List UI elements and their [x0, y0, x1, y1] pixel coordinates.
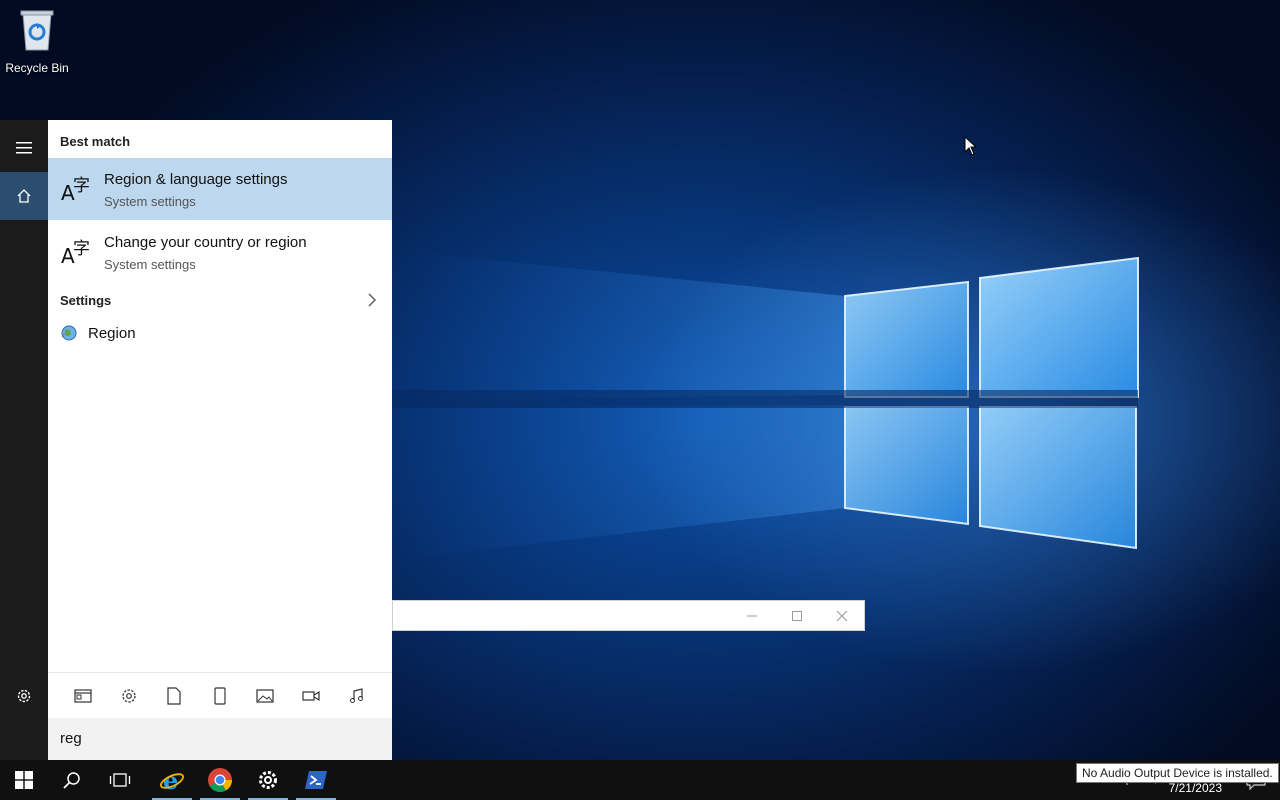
- close-icon: [836, 610, 848, 621]
- internet-explorer-button[interactable]: e: [148, 760, 196, 800]
- maximize-button[interactable]: [774, 601, 820, 630]
- apps-filter-icon: [74, 689, 92, 703]
- documents-filter-button[interactable]: [163, 685, 185, 707]
- language-icon: A 字: [61, 176, 90, 204]
- result-subtitle: System settings: [104, 257, 196, 272]
- mouse-cursor-icon: [964, 136, 978, 156]
- recycle-bin-icon: [20, 10, 54, 51]
- search-icon: [63, 772, 80, 789]
- photos-filter-button[interactable]: [254, 685, 276, 707]
- task-view-button[interactable]: [96, 760, 144, 800]
- settings-item-region[interactable]: Region: [48, 320, 392, 348]
- music-filter-icon: [350, 688, 363, 703]
- settings-filter-icon: [122, 689, 136, 703]
- internet-explorer-icon: e: [160, 767, 184, 793]
- minimize-icon: [747, 615, 757, 616]
- close-button[interactable]: [819, 601, 865, 630]
- settings-rail-button[interactable]: [0, 672, 48, 720]
- chrome-button[interactable]: [196, 760, 244, 800]
- apps-filter-button[interactable]: [72, 685, 94, 707]
- tablet-filter-icon: [214, 687, 226, 705]
- tablet-filter-button[interactable]: [209, 685, 231, 707]
- recycle-bin-label: Recycle Bin: [5, 61, 69, 75]
- home-button[interactable]: [0, 172, 48, 220]
- maximize-icon: [792, 610, 802, 621]
- hamburger-menu-icon: [16, 142, 32, 154]
- search-results-panel: Best match A 字 Region & language setting…: [48, 120, 392, 760]
- search-filter-bar: [48, 672, 392, 718]
- result-title: Change your country or region: [104, 234, 307, 251]
- background-window-titlebar[interactable]: [392, 600, 865, 631]
- hamburger-menu-button[interactable]: [0, 124, 48, 172]
- powershell-icon: [305, 771, 327, 789]
- result-title: Region & language settings: [104, 171, 288, 188]
- result-region-language-settings[interactable]: A 字 Region & language settings System se…: [48, 158, 392, 220]
- svg-text:字: 字: [73, 176, 90, 196]
- start-icon: [15, 771, 33, 789]
- settings-item-label: Region: [88, 325, 136, 342]
- audio-tooltip: No Audio Output Device is installed.: [1076, 763, 1279, 783]
- svg-text:字: 字: [73, 239, 90, 259]
- videos-filter-icon: [302, 690, 320, 702]
- chrome-icon: [208, 768, 232, 793]
- globe-icon: [61, 325, 77, 341]
- start-rail: [0, 120, 48, 760]
- home-icon: [17, 189, 31, 203]
- search-query: reg: [60, 730, 82, 747]
- recycle-bin[interactable]: Recycle Bin: [4, 6, 70, 75]
- videos-filter-button[interactable]: [300, 685, 322, 707]
- settings-heading: Settings: [60, 293, 112, 308]
- result-subtitle: System settings: [104, 194, 196, 209]
- best-match-heading: Best match: [60, 134, 131, 149]
- powershell-button[interactable]: [292, 760, 340, 800]
- start-button[interactable]: [0, 760, 48, 800]
- tray-date[interactable]: 7/21/2023: [1169, 781, 1222, 795]
- search-button[interactable]: [48, 760, 96, 800]
- photos-filter-icon: [256, 689, 274, 703]
- result-change-country-region[interactable]: A 字 Change your country or region System…: [48, 221, 392, 283]
- settings-icon: [259, 771, 277, 789]
- music-filter-button[interactable]: [346, 685, 368, 707]
- settings-filter-button[interactable]: [118, 685, 140, 707]
- minimize-button[interactable]: [729, 601, 775, 630]
- documents-filter-icon: [167, 687, 181, 705]
- gear-icon: [17, 689, 31, 703]
- search-input[interactable]: reg: [48, 718, 392, 760]
- language-icon: A 字: [61, 239, 90, 267]
- settings-app-button[interactable]: [244, 760, 292, 800]
- chevron-right-icon[interactable]: [366, 292, 378, 308]
- task-view-icon: [109, 773, 131, 787]
